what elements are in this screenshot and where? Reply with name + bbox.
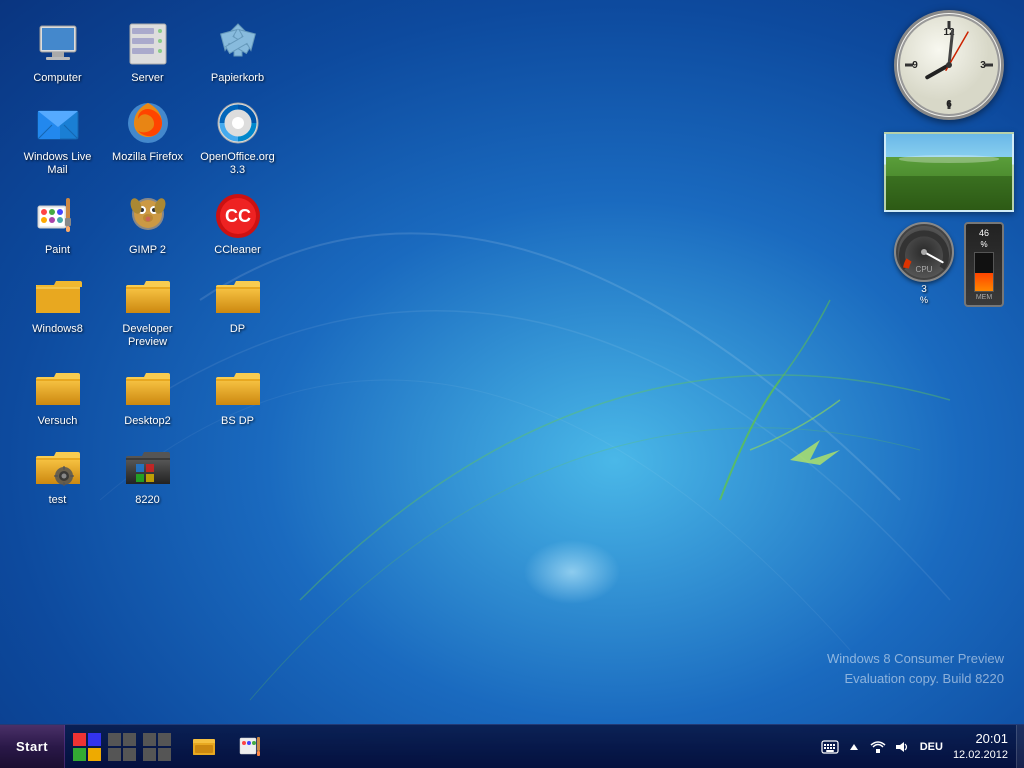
icon-computer-label: Computer <box>33 72 81 85</box>
icon-desktop2-label: Desktop2 <box>124 415 170 428</box>
gimp-icon <box>124 192 172 240</box>
ccleaner-icon: CC <box>214 192 262 240</box>
keyboard-tray-icon[interactable] <box>820 737 840 757</box>
icon-mail-label: Windows Live Mail <box>20 151 95 177</box>
openoffice-icon <box>214 99 262 147</box>
icon-versuch-label: Versuch <box>38 415 78 428</box>
mem-label: MEM <box>970 294 998 301</box>
icon-8220[interactable]: 8220 <box>105 437 190 512</box>
icon-desktop2[interactable]: Desktop2 <box>105 358 190 433</box>
icon-server[interactable]: Server <box>105 15 190 90</box>
icon-ccleaner[interactable]: CC CCleaner <box>195 187 280 262</box>
tray-expand-icon[interactable] <box>844 737 864 757</box>
icon-server-label: Server <box>131 72 163 85</box>
icon-test[interactable]: test <box>15 437 100 512</box>
icon-gimp[interactable]: GIMP 2 <box>105 187 190 262</box>
tray-icons: DEU <box>820 737 947 757</box>
mem-bar-fill <box>975 273 993 290</box>
volume-tray-icon[interactable] <box>892 737 912 757</box>
language-tray[interactable]: DEU <box>916 737 947 757</box>
start-button[interactable]: Start <box>0 725 65 768</box>
folder-dev-icon <box>124 271 172 319</box>
cpu-gauge: CPU <box>894 222 954 282</box>
svg-text:CPU: CPU <box>916 265 933 274</box>
svg-text:6: 6 <box>946 99 952 110</box>
icon-windows-live-mail[interactable]: Windows Live Mail <box>15 94 100 182</box>
metro-tile-3 <box>143 733 171 761</box>
paint-icon <box>34 192 82 240</box>
icon-developer-preview-label: Developer Preview <box>110 323 185 349</box>
mail-icon <box>34 99 82 147</box>
taskbar-paint[interactable] <box>229 725 273 768</box>
icon-bs-dp-label: BS DP <box>221 415 254 428</box>
server-icon <box>124 20 172 68</box>
folder-bs-dp-icon <box>214 363 262 411</box>
svg-text:3: 3 <box>980 60 986 71</box>
photo-landscape <box>886 134 1012 210</box>
icon-gimp-label: GIMP 2 <box>129 244 166 257</box>
taskbar-apps <box>179 725 277 768</box>
folder-dp-icon <box>214 271 262 319</box>
mem-percent-sign: % <box>970 240 998 249</box>
metro-tile-2 <box>108 733 136 761</box>
clock-face: 12 3 6 9 <box>897 13 1001 117</box>
computer-icon <box>34 20 82 68</box>
taskbar-date: 12.02.2012 <box>953 748 1008 762</box>
folder-8220-icon <box>124 442 172 490</box>
icon-papierkorb[interactable]: Papierkorb <box>195 15 280 90</box>
desktop-icons-area: Computer Server Papierkorb <box>10 10 290 518</box>
watermark: Windows 8 Consumer Preview Evaluation co… <box>827 649 1004 688</box>
firefox-icon <box>124 99 172 147</box>
watermark-line2: Evaluation copy. Build 8220 <box>827 669 1004 689</box>
cpu-percent-sign: % <box>894 295 954 305</box>
folder-test-icon <box>34 442 82 490</box>
icon-windows8[interactable]: Windows8 <box>15 266 100 354</box>
metro-tiles <box>65 733 179 761</box>
icon-versuch[interactable]: Versuch <box>15 358 100 433</box>
icon-computer[interactable]: Computer <box>15 15 100 90</box>
cpu-percent-label: 3 <box>894 284 954 295</box>
icon-test-label: test <box>49 494 67 507</box>
mem-gauge: 46 % MEM <box>964 222 1004 307</box>
folder-versuch-icon <box>34 363 82 411</box>
widgets-area: 12 3 6 9 <box>884 10 1014 304</box>
desktop: Computer Server Papierkorb <box>0 0 1024 768</box>
gauge-widget: CPU 3 % 46 % MEM <box>889 224 1009 304</box>
taskbar: Start <box>0 724 1024 768</box>
icon-windows8-label: Windows8 <box>32 323 83 336</box>
icon-openoffice[interactable]: OpenOffice.org 3.3 <box>195 94 280 182</box>
system-tray: DEU 20:01 12.02.2012 <box>820 731 1016 762</box>
icon-openoffice-label: OpenOffice.org 3.3 <box>200 151 275 177</box>
clock-widget[interactable]: 12 3 6 9 <box>894 10 1004 120</box>
icon-firefox-label: Mozilla Firefox <box>112 151 183 164</box>
mem-percent-label: 46 <box>970 228 998 238</box>
icon-ccleaner-label: CCleaner <box>214 244 260 257</box>
metro-tile-1 <box>73 733 101 761</box>
show-desktop-button[interactable] <box>1016 725 1024 768</box>
taskbar-clock[interactable]: 20:01 12.02.2012 <box>953 731 1008 762</box>
folder-desktop2-icon <box>124 363 172 411</box>
mem-bar-container <box>974 252 994 292</box>
icon-dp-label: DP <box>230 323 245 336</box>
icon-papierkorb-label: Papierkorb <box>211 72 264 85</box>
icon-dp[interactable]: DP <box>195 266 280 354</box>
svg-text:9: 9 <box>912 60 918 71</box>
taskbar-time: 20:01 <box>953 731 1008 748</box>
icon-8220-label: 8220 <box>135 494 159 507</box>
network-tray-icon[interactable] <box>868 737 888 757</box>
icon-bs-dp[interactable]: BS DP <box>195 358 280 433</box>
folder-windows8-icon <box>34 271 82 319</box>
icon-developer-preview[interactable]: Developer Preview <box>105 266 190 354</box>
icon-paint[interactable]: Paint <box>15 187 100 262</box>
recycle-icon <box>214 20 262 68</box>
watermark-line1: Windows 8 Consumer Preview <box>827 649 1004 669</box>
taskbar-explorer[interactable] <box>183 725 227 768</box>
svg-text:CC: CC <box>225 206 251 226</box>
icon-firefox[interactable]: Mozilla Firefox <box>105 94 190 182</box>
photo-widget[interactable] <box>884 132 1014 212</box>
icon-paint-label: Paint <box>45 244 70 257</box>
